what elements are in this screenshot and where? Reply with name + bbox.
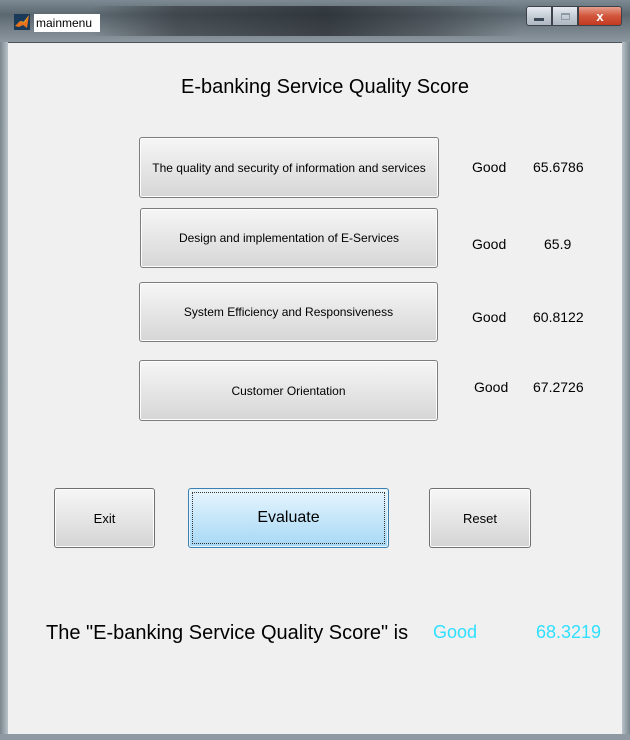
criterion-button-label: The quality and security of information … (152, 160, 426, 175)
mainmenu-window: mainmenu x E-banking Service Quality Sco… (0, 0, 630, 740)
criterion-score: 65.6786 (533, 159, 584, 175)
title-bar-shade (90, 6, 520, 36)
criterion-rating: Good (472, 159, 507, 175)
close-icon: x (596, 8, 604, 24)
window-frame-right (622, 42, 630, 740)
criterion-rating: Good (474, 379, 509, 395)
criterion-score: 67.2726 (533, 379, 584, 395)
maximize-icon (560, 12, 570, 20)
reset-button[interactable]: Reset (429, 488, 531, 548)
criterion-button-information-security[interactable]: The quality and security of information … (139, 137, 439, 198)
close-button[interactable]: x (578, 6, 622, 26)
minimize-icon (534, 17, 544, 21)
page-title: E-banking Service Quality Score (181, 76, 469, 98)
criterion-rating: Good (472, 236, 507, 252)
result-label: The "E-banking Service Quality Score" is (46, 622, 409, 644)
criterion-button-eservices-design[interactable]: Design and implementation of E-Services (140, 208, 438, 268)
window-title: mainmenu (34, 14, 101, 32)
criterion-button-label: System Efficiency and Responsiveness (183, 305, 394, 319)
criterion-score: 60.8122 (533, 309, 584, 325)
matlab-icon (14, 14, 30, 30)
window-frame-left (0, 42, 8, 740)
minimize-button[interactable] (526, 6, 552, 26)
criterion-button-system-efficiency[interactable]: System Efficiency and Responsiveness (139, 282, 438, 342)
criterion-button-label: Design and implementation of E-Services (178, 231, 400, 245)
result-rating: Good (433, 622, 478, 642)
window-controls: x (526, 6, 622, 26)
reset-button-label: Reset (463, 510, 497, 526)
exit-button-label: Exit (93, 510, 116, 526)
evaluate-button[interactable]: Evaluate (188, 488, 389, 548)
criterion-button-customer-orientation[interactable]: Customer Orientation (139, 360, 438, 421)
result-score: 68.3219 (536, 622, 602, 642)
exit-button[interactable]: Exit (54, 488, 155, 548)
title-bar[interactable]: mainmenu x (0, 0, 630, 43)
criterion-rating: Good (472, 309, 507, 325)
focus-ring (192, 492, 385, 544)
maximize-button[interactable] (552, 6, 578, 26)
criterion-score: 65.9 (544, 236, 572, 252)
window-frame-bottom (0, 734, 630, 740)
criterion-button-label: Customer Orientation (231, 383, 346, 398)
